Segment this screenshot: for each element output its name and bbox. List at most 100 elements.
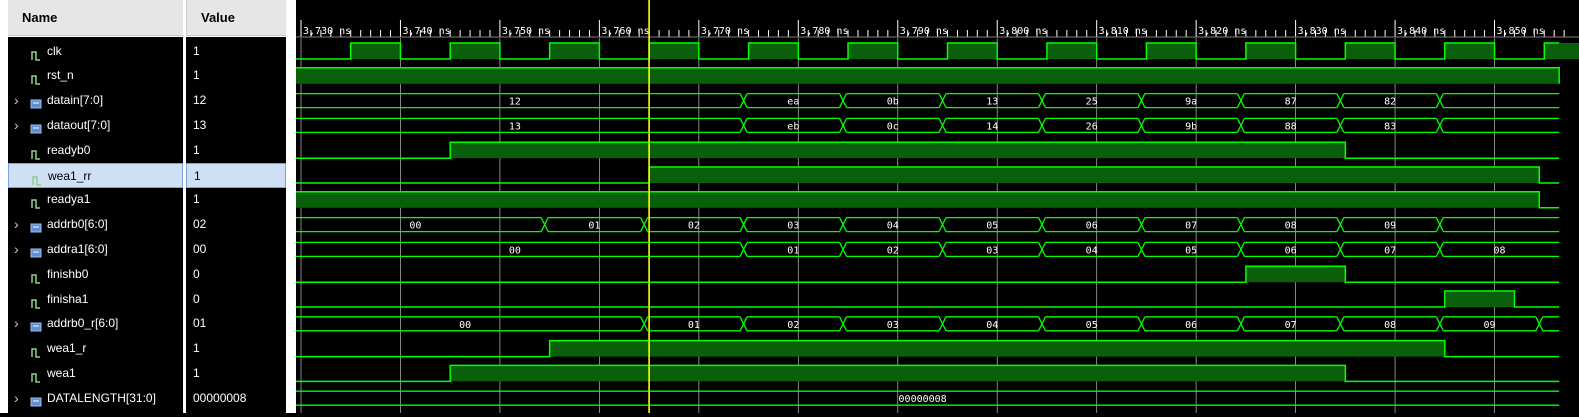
waveform-dataout70: 13 eb 0c 14 26 9b 88 83 xyxy=(296,117,1560,134)
waveform-readya1 xyxy=(296,191,1560,209)
waveform-addrb0r60: 00 01 02 03 04 05 06 07 08 09 xyxy=(296,316,1560,332)
signal-value[interactable]: 1 xyxy=(186,336,286,361)
bus-value-label: 00 xyxy=(409,221,421,232)
signal-name: finishb0 xyxy=(47,266,89,281)
signal-name: readya1 xyxy=(47,192,91,207)
bus-value-label: 9a xyxy=(1185,97,1197,108)
signal-value[interactable]: 0 xyxy=(186,262,286,287)
bus-value-label: 06 xyxy=(1086,221,1098,232)
signal-name-row[interactable]: wea1_rr xyxy=(8,162,183,188)
bus-value-label: 25 xyxy=(1086,97,1098,108)
bus-value-label: 01 xyxy=(688,320,700,331)
signal-name-row[interactable]: rst_n xyxy=(8,63,183,88)
signal-value[interactable]: 12 xyxy=(186,88,286,113)
signal-value[interactable]: 01 xyxy=(186,311,286,336)
time-tick-label: 3,790 ns xyxy=(900,26,948,37)
chevron-right-icon[interactable]: › xyxy=(14,212,19,237)
bus-value-label: 08 xyxy=(1285,221,1297,232)
signal-name-row[interactable]: readya1 xyxy=(8,187,183,212)
signal-value[interactable]: 1 xyxy=(186,138,286,163)
signal-value[interactable]: 00000008 xyxy=(186,386,286,411)
waveform-readyb0 xyxy=(296,141,1560,159)
bus-value-label: 04 xyxy=(986,320,998,331)
signal-name: rst_n xyxy=(47,68,74,83)
signal-name: dataout[7:0] xyxy=(47,117,111,132)
bit-signal-icon xyxy=(30,45,42,61)
bus-value-label: 00 xyxy=(509,245,521,256)
waveform-DATALENGTH310: 00000008 xyxy=(296,390,1560,406)
bus-value-label: 12 xyxy=(509,97,521,108)
signal-value[interactable]: 1 xyxy=(186,63,286,88)
waveform-wea1rr xyxy=(296,166,1560,184)
bus-value-label: 83 xyxy=(1384,121,1396,132)
signal-name-row[interactable]: finisha1 xyxy=(8,287,183,312)
signal-name-row[interactable]: › addrb0_r[6:0] xyxy=(8,311,183,336)
bus-value-label: 03 xyxy=(986,245,998,256)
signal-name-row[interactable]: wea1_r xyxy=(8,336,183,361)
waveform-view[interactable]: 3,730 ns 3,740 ns 3,750 ns 3,760 ns 3,770 ns… xyxy=(296,0,1579,413)
signal-value[interactable]: 1 xyxy=(186,361,286,386)
bus-value-label: 13 xyxy=(509,121,521,132)
signal-value[interactable]: 1 xyxy=(186,187,286,212)
chevron-right-icon[interactable]: › xyxy=(14,386,19,411)
bit-signal-icon xyxy=(30,268,42,284)
name-column-header[interactable]: Name xyxy=(8,0,183,36)
waveform-rstn xyxy=(296,67,1560,84)
time-tick-label: 3,830 ns xyxy=(1298,26,1346,37)
signal-value[interactable]: 00 xyxy=(186,237,286,262)
bus-value-label: 08 xyxy=(1493,245,1505,256)
bus-value-label: 04 xyxy=(887,221,899,232)
bus-value-label: 02 xyxy=(887,245,899,256)
bus-value-label: 13 xyxy=(986,97,998,108)
bus-value-label: 08 xyxy=(1384,320,1396,331)
time-tick-label: 3,750 ns xyxy=(502,26,550,37)
value-column-header[interactable]: Value xyxy=(186,0,286,36)
time-tick-label: 3,800 ns xyxy=(999,26,1047,37)
bus-signal-icon xyxy=(30,119,42,134)
chevron-right-icon[interactable]: › xyxy=(14,311,19,336)
signal-value[interactable]: 0 xyxy=(186,287,286,312)
signal-value[interactable]: 1 xyxy=(186,39,286,64)
time-tick-label: 3,770 ns xyxy=(701,26,749,37)
signal-name: readyb0 xyxy=(47,142,91,157)
bus-value-label: 9b xyxy=(1185,121,1197,132)
signal-name-row[interactable]: › DATALENGTH[31:0] xyxy=(8,386,183,411)
bus-value-label: 00000008 xyxy=(899,394,947,405)
signal-value[interactable]: 02 xyxy=(186,212,286,237)
bus-value-label: 00 xyxy=(459,320,471,331)
signal-name: finisha1 xyxy=(47,291,89,306)
bus-signal-icon xyxy=(30,94,42,109)
time-tick-label: 3,810 ns xyxy=(1099,26,1147,37)
signal-name-row[interactable]: readyb0 xyxy=(8,138,183,163)
signal-name-row[interactable]: finishb0 xyxy=(8,262,183,287)
waveform-finisha1 xyxy=(296,290,1560,308)
time-tick-label: 3,740 ns xyxy=(402,26,450,37)
bit-signal-icon xyxy=(30,367,42,383)
bus-value-label: 05 xyxy=(1086,320,1098,331)
bus-value-label: eb xyxy=(787,121,799,132)
signal-name-row[interactable]: › dataout[7:0] xyxy=(8,113,183,138)
time-tick-label: 3,820 ns xyxy=(1198,26,1246,37)
signal-name-row[interactable]: › datain[7:0] xyxy=(8,88,183,113)
chevron-right-icon[interactable]: › xyxy=(14,237,19,262)
signal-name: wea1_rr xyxy=(48,168,92,183)
signal-name-row[interactable]: clk xyxy=(8,39,183,64)
bus-value-label: 07 xyxy=(1185,221,1197,232)
chevron-right-icon[interactable]: › xyxy=(14,88,19,113)
signal-value[interactable]: 13 xyxy=(186,113,286,138)
signal-name-row[interactable]: › addra1[6:0] xyxy=(8,237,183,262)
time-tick-label: 3,730 ns xyxy=(303,26,351,37)
time-tick-label: 3,760 ns xyxy=(601,26,649,37)
signal-value[interactable]: 1 xyxy=(186,162,286,188)
waveform-addrb060: 00 01 02 03 04 05 06 07 08 09 xyxy=(296,216,1560,233)
signal-name-row[interactable]: wea1 xyxy=(8,361,183,386)
bus-value-label: 88 xyxy=(1285,121,1297,132)
waveform-addra160: 00 01 02 03 04 05 06 07 08 xyxy=(296,241,1560,258)
chevron-right-icon[interactable]: › xyxy=(14,113,19,138)
bit-signal-icon xyxy=(30,144,42,160)
signal-name-row[interactable]: › addrb0[6:0] xyxy=(8,212,183,237)
bus-signal-icon xyxy=(30,392,42,407)
time-tick-label: 3,780 ns xyxy=(800,26,848,37)
bus-value-label: 14 xyxy=(986,121,998,132)
bit-signal-icon xyxy=(30,69,42,86)
